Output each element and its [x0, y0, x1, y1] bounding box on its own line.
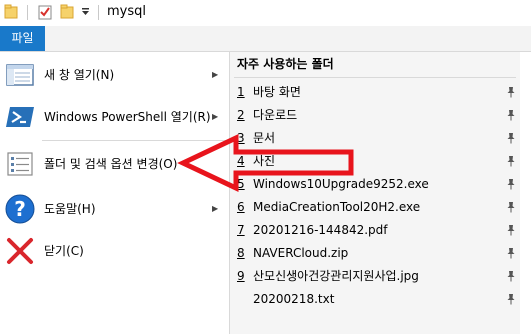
- item-number: 8: [237, 246, 245, 260]
- item-name: 20200218.txt: [253, 292, 335, 306]
- header-underline: [234, 77, 516, 78]
- file-menu: 새 창 열기(N) ▶ Windows PowerShell 열기(R) ▶ 폴…: [0, 51, 531, 334]
- submenu-arrow-icon: ▶: [212, 112, 219, 121]
- frequent-folder-item[interactable]: 6 MediaCreationTool20H2.exe: [230, 196, 520, 219]
- menu-item-open-powershell[interactable]: Windows PowerShell 열기(R) ▶: [0, 94, 229, 140]
- pin-icon[interactable]: [506, 132, 516, 144]
- item-name: NAVERCloud.zip: [253, 246, 349, 260]
- svg-text:?: ?: [14, 197, 26, 221]
- title-bar: mysql: [0, 0, 531, 26]
- submenu-arrow-icon: ▶: [212, 204, 219, 213]
- menu-item-label: 폴더 및 검색 옵션 변경(O): [44, 157, 178, 171]
- file-menu-commands: 새 창 열기(N) ▶ Windows PowerShell 열기(R) ▶ 폴…: [0, 52, 229, 334]
- menu-item-label: Windows PowerShell 열기(R): [44, 110, 211, 124]
- submenu-arrow-icon: ▶: [212, 70, 219, 79]
- pin-icon[interactable]: [506, 201, 516, 213]
- frequent-folder-item[interactable]: 8 NAVERCloud.zip: [230, 242, 520, 265]
- file-tab[interactable]: 파일: [0, 26, 45, 51]
- folder-options-icon: [7, 152, 33, 176]
- menu-item-help[interactable]: ? 도움말(H) ▶: [0, 186, 229, 232]
- new-window-icon: [6, 64, 34, 86]
- ribbon-bar: 파일: [0, 26, 531, 51]
- item-name: Windows10Upgrade9252.exe: [253, 177, 429, 191]
- item-name: 산모신생아건강관리지원사업.jpg: [253, 269, 419, 283]
- item-number: 3: [237, 131, 245, 145]
- item-name: 문서: [253, 131, 276, 145]
- menu-item-label: 새 창 열기(N): [44, 68, 115, 82]
- window-title: mysql: [107, 4, 146, 19]
- help-icon: ?: [5, 194, 35, 224]
- close-icon: [7, 238, 33, 264]
- item-number: 2: [237, 108, 245, 122]
- menu-item-label: 닫기(C): [44, 244, 84, 258]
- frequent-folder-item[interactable]: 9 산모신생아건강관리지원사업.jpg: [230, 265, 520, 288]
- customize-dropdown-icon[interactable]: [81, 7, 90, 17]
- frequent-folder-item[interactable]: 7 20201216-144842.pdf: [230, 219, 520, 242]
- pin-icon[interactable]: [506, 178, 516, 190]
- item-name: 바탕 화면: [253, 85, 301, 99]
- item-number: 5: [237, 177, 245, 191]
- item-number: 1: [237, 85, 245, 99]
- menu-item-label: 도움말(H): [44, 202, 96, 216]
- item-name: MediaCreationTool20H2.exe: [253, 200, 421, 214]
- properties-checkmark-icon[interactable]: [38, 4, 52, 20]
- pin-icon[interactable]: [506, 270, 516, 282]
- menu-item-new-window[interactable]: 새 창 열기(N) ▶: [0, 52, 229, 98]
- folder-icon[interactable]: [4, 4, 18, 20]
- frequent-folder-item[interactable]: 20200218.txt: [230, 288, 520, 311]
- frequent-folder-item[interactable]: 5 Windows10Upgrade9252.exe: [230, 173, 520, 196]
- item-number: 6: [237, 200, 245, 214]
- item-number: 9: [237, 269, 245, 283]
- item-number: 7: [237, 223, 245, 237]
- menu-item-close[interactable]: 닫기(C): [0, 228, 229, 274]
- toolbar-separator: [98, 5, 99, 20]
- new-folder-icon[interactable]: [60, 4, 74, 20]
- frequent-folder-item[interactable]: 4 사진: [230, 150, 520, 173]
- item-name: 사진: [253, 154, 276, 168]
- pin-icon[interactable]: [506, 109, 516, 121]
- powershell-icon: [6, 107, 34, 127]
- frequent-folder-item[interactable]: 2 다운로드: [230, 104, 520, 127]
- frequent-folder-item[interactable]: 1 바탕 화면: [230, 81, 520, 104]
- window-edge: [520, 52, 531, 334]
- pin-icon[interactable]: [506, 86, 516, 98]
- pin-icon[interactable]: [506, 224, 516, 236]
- frequent-folders-header: 자주 사용하는 폴더: [237, 57, 334, 71]
- frequent-folder-item[interactable]: 3 문서: [230, 127, 520, 150]
- pin-icon[interactable]: [506, 247, 516, 259]
- toolbar-separator: [27, 5, 28, 20]
- frequent-folders-pane: 자주 사용하는 폴더 1 바탕 화면 2 다운로드 3 문서 4 사진 5 Wi…: [230, 52, 520, 334]
- menu-item-folder-options[interactable]: 폴더 및 검색 옵션 변경(O): [0, 141, 229, 187]
- item-name: 다운로드: [253, 108, 298, 122]
- pin-icon[interactable]: [506, 293, 516, 305]
- pin-icon[interactable]: [506, 155, 516, 167]
- item-number: 4: [237, 154, 245, 168]
- item-name: 20201216-144842.pdf: [253, 223, 388, 237]
